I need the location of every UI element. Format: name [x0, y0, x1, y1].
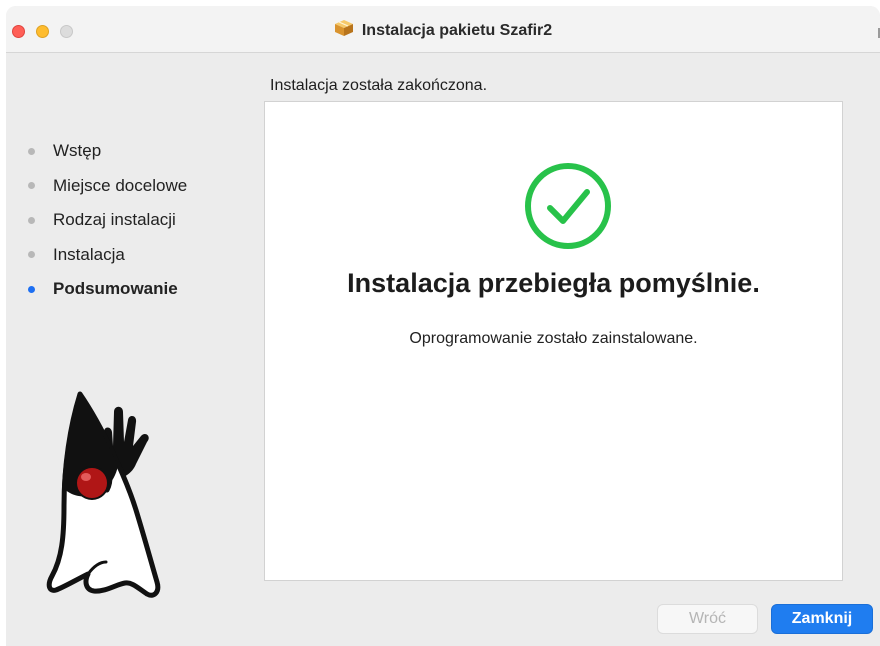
step-item-miejsce-docelowe: Miejsce docelowe	[28, 169, 187, 204]
step-bullet-icon	[28, 251, 35, 259]
checkmark-circle-icon	[523, 161, 613, 256]
page-header: Instalacja została zakończona.	[270, 77, 488, 94]
step-item-rodzaj-instalacji: Rodzaj instalacji	[28, 203, 187, 238]
step-bullet-active-icon	[28, 285, 35, 293]
step-item-podsumowanie: Podsumowanie	[28, 272, 187, 307]
step-label-active: Podsumowanie	[53, 279, 178, 299]
close-button[interactable]: Zamknij	[771, 604, 873, 634]
step-label: Miejsce docelowe	[53, 175, 188, 195]
step-bullet-icon	[28, 182, 35, 190]
step-label: Rodzaj instalacji	[53, 210, 176, 230]
content-panel: Instalacja przebiegła pomyślnie. Oprogra…	[264, 101, 843, 581]
window-title-wrap: Instalacja pakietu Szafir2	[6, 19, 880, 41]
title-bar[interactable]: Instalacja pakietu Szafir2	[6, 6, 880, 53]
step-label: Wstęp	[53, 141, 102, 161]
java-duke-mascot-icon	[40, 386, 170, 611]
back-button[interactable]: Wróć	[657, 604, 758, 634]
installer-window: Instalacja pakietu Szafir2 Wstęp Miejsce…	[6, 6, 880, 646]
success-subtext: Oprogramowanie zostało zainstalowane.	[409, 330, 698, 347]
package-box-icon	[334, 19, 354, 42]
window-title: Instalacja pakietu Szafir2	[361, 21, 553, 39]
step-bullet-icon	[28, 147, 35, 155]
step-label: Instalacja	[53, 244, 125, 264]
success-headline: Instalacja przebiegła pomyślnie.	[347, 268, 760, 298]
step-item-instalacja: Instalacja	[28, 238, 187, 273]
step-bullet-icon	[28, 216, 35, 224]
step-item-wstep: Wstęp	[28, 134, 187, 169]
installer-steps-list: Wstęp Miejsce docelowe Rodzaj instalacji…	[28, 134, 187, 307]
